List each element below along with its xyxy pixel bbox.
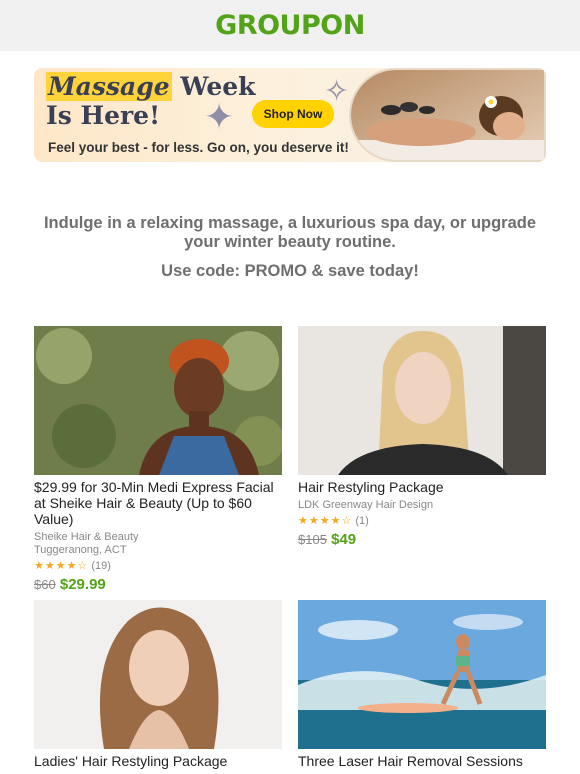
massage-photo — [349, 68, 546, 162]
deal-prices: $60 $29.99 — [34, 576, 282, 593]
old-price: $60 — [34, 577, 56, 592]
deal-card[interactable]: Hair Restyling Package LDK Greenway Hair… — [298, 326, 546, 548]
shop-now-button[interactable]: Shop Now — [252, 100, 334, 128]
promo-code-text: Use code: PROMO & save today! — [161, 262, 419, 280]
rating-count: (1) — [355, 515, 369, 527]
deal-image[interactable] — [298, 326, 546, 475]
new-price: $49 — [331, 531, 357, 548]
deal-rating: ★★★★☆ (19) — [34, 559, 282, 573]
deal-card[interactable]: Three Laser Hair Removal Sessions — [298, 600, 546, 769]
sparkle-icon: ✦ — [204, 96, 235, 137]
deal-card[interactable]: Ladies' Hair Restyling Package — [34, 600, 282, 769]
deal-image[interactable] — [34, 326, 282, 475]
deal-rating: ★★★★☆ (1) — [298, 514, 546, 528]
old-price: $105 — [298, 532, 327, 547]
deal-title[interactable]: $29.99 for 30-Min Medi Express Facial at… — [34, 479, 282, 527]
banner-subtitle: Feel your best - for less. Go on, you de… — [48, 140, 349, 155]
rating-count: (19) — [91, 560, 111, 572]
banner-title-highlight: Massage — [46, 72, 172, 101]
deal-card[interactable]: $29.99 for 30-Min Medi Express Facial at… — [34, 326, 282, 593]
deal-title[interactable]: Ladies' Hair Restyling Package — [34, 753, 282, 769]
deal-image[interactable] — [34, 600, 282, 749]
email-header: GROUPON — [0, 0, 580, 51]
groupon-logo[interactable]: GROUPON — [0, 10, 580, 41]
massage-week-banner[interactable]: Massage Week Is Here! ✦ ✧ Shop Now Feel … — [34, 68, 546, 162]
merchant-name: LDK Greenway Hair Design — [298, 499, 434, 511]
merchant-location: Tuggeranong, ACT — [34, 544, 127, 556]
deal-title[interactable]: Three Laser Hair Removal Sessions — [298, 753, 546, 769]
deal-title[interactable]: Hair Restyling Package — [298, 479, 546, 495]
deal-image[interactable] — [298, 600, 546, 749]
banner-title-line2: Is Here! — [46, 101, 161, 130]
new-price: $29.99 — [59, 576, 106, 593]
deal-prices: $105 $49 — [298, 531, 546, 548]
merchant-name: Sheike Hair & Beauty — [34, 531, 139, 543]
star-rating-icon: ★★★★☆ — [34, 560, 89, 572]
star-rating-icon: ★★★★☆ — [298, 515, 353, 527]
intro-text: Indulge in a relaxing massage, a luxurio… — [43, 214, 537, 251]
